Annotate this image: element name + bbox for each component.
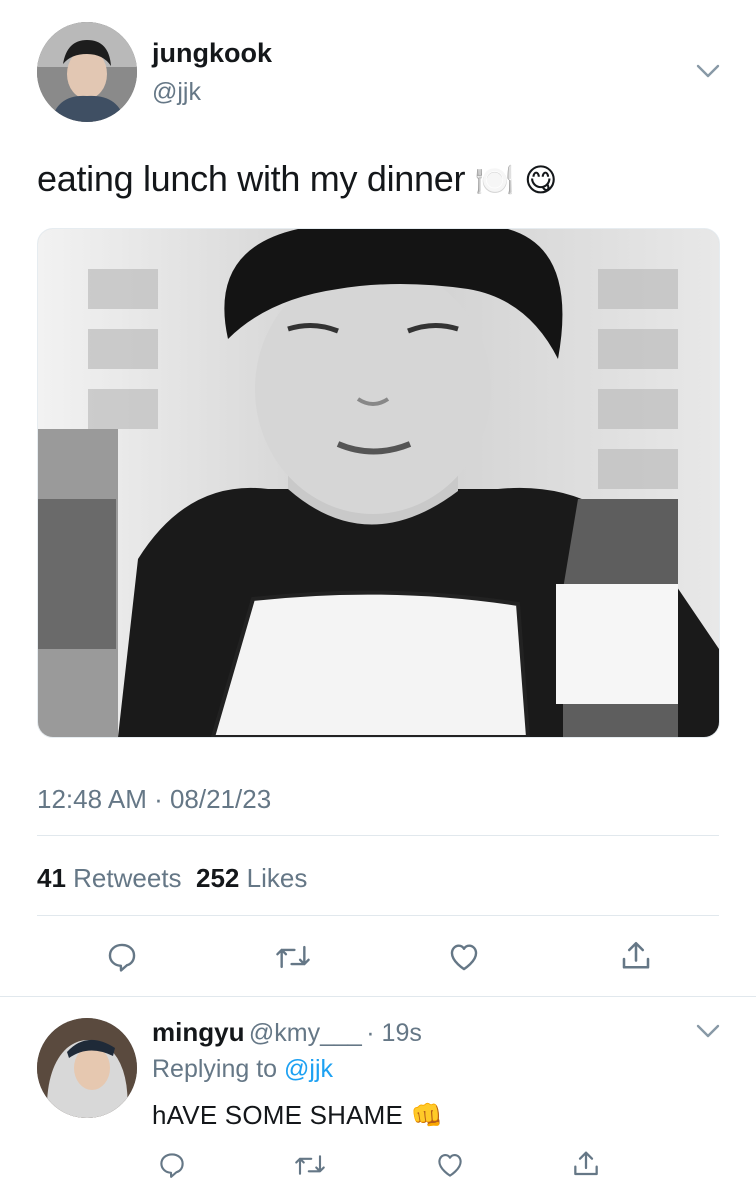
retweets-stat[interactable]: 41 Retweets bbox=[37, 863, 182, 893]
reply-author-avatar[interactable] bbox=[37, 1018, 137, 1118]
reply-icon[interactable] bbox=[157, 1150, 187, 1180]
likes-stat[interactable]: 252 Likes bbox=[196, 863, 307, 893]
tweet-photo[interactable] bbox=[37, 228, 720, 738]
chevron-down-icon[interactable] bbox=[694, 60, 722, 82]
plate-emoji: 🍽️ bbox=[474, 162, 515, 198]
like-icon[interactable] bbox=[434, 1150, 466, 1180]
reply-author-name[interactable]: mingyu bbox=[152, 1017, 244, 1047]
reply-text: hAVE SOME SHAME 👊 bbox=[152, 1100, 443, 1131]
like-icon[interactable] bbox=[446, 940, 482, 974]
tweet-timestamp[interactable]: 12:48 AM · 08/21/23 bbox=[37, 784, 271, 815]
reply-time: · 19s bbox=[366, 1019, 422, 1047]
share-icon[interactable] bbox=[618, 938, 654, 974]
fist-emoji: 👊 bbox=[410, 1100, 444, 1130]
chevron-down-icon[interactable] bbox=[694, 1020, 722, 1042]
reply-body: hAVE SOME SHAME bbox=[152, 1100, 404, 1130]
replying-to-label: Replying to bbox=[152, 1055, 278, 1083]
divider bbox=[37, 835, 719, 836]
yum-emoji: 😋 bbox=[524, 162, 558, 198]
tweet-text: eating lunch with my dinner 🍽️ 😋 bbox=[37, 158, 557, 200]
author-avatar[interactable] bbox=[37, 22, 137, 122]
retweets-count: 41 bbox=[37, 863, 66, 893]
divider bbox=[37, 915, 719, 916]
retweets-label: Retweets bbox=[73, 863, 182, 893]
replying-to-link[interactable]: @jjk bbox=[284, 1055, 333, 1083]
reply-header: mingyu @kmy___ · 19s bbox=[152, 1017, 422, 1048]
reply-icon[interactable] bbox=[105, 940, 139, 974]
tweet-stats: 41 Retweets 252 Likes bbox=[37, 863, 307, 894]
share-icon[interactable] bbox=[570, 1148, 602, 1180]
author-name[interactable]: jungkook bbox=[152, 38, 272, 69]
author-handle[interactable]: @jjk bbox=[152, 78, 201, 107]
tweet-body: eating lunch with my dinner bbox=[37, 158, 466, 199]
retweet-icon[interactable] bbox=[274, 940, 312, 974]
likes-label: Likes bbox=[246, 863, 308, 893]
replying-to: Replying to @jjk bbox=[152, 1055, 333, 1084]
divider bbox=[0, 996, 756, 997]
retweet-icon[interactable] bbox=[293, 1150, 327, 1180]
likes-count: 252 bbox=[196, 863, 240, 893]
reply-author-handle[interactable]: @kmy___ bbox=[249, 1019, 362, 1047]
